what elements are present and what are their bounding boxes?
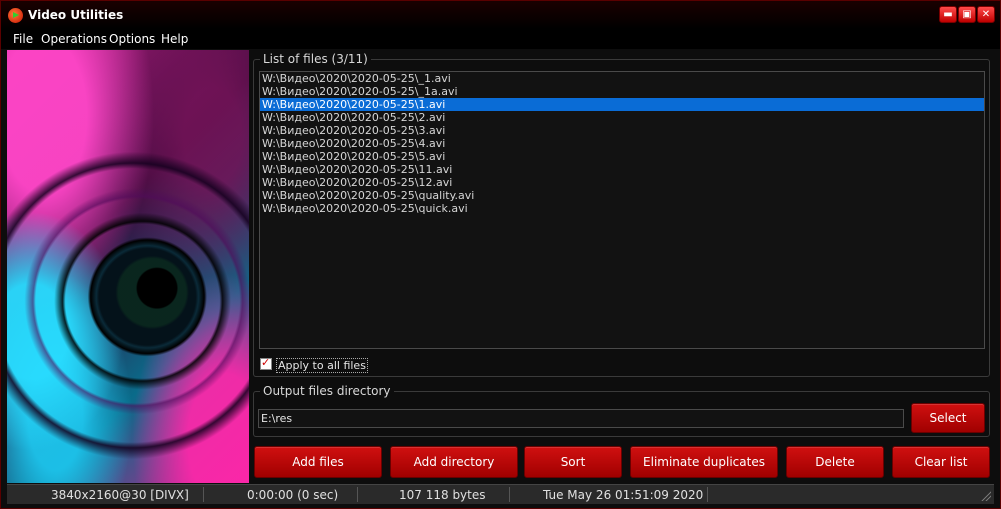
file-list-item[interactable]: W:\Видео\2020\2020-05-25\11.avi — [260, 163, 984, 176]
maximize-button[interactable]: ▣ — [958, 6, 976, 23]
file-list-item[interactable]: W:\Видео\2020\2020-05-25\2.avi — [260, 111, 984, 124]
resize-grip-icon[interactable] — [981, 491, 991, 501]
file-list-item[interactable]: W:\Видео\2020\2020-05-25\_1.avi — [260, 72, 984, 85]
file-list[interactable]: W:\Видео\2020\2020-05-25\_1.avi W:\Видео\… — [259, 71, 985, 349]
add-files-button[interactable]: Add files — [254, 446, 382, 478]
file-list-item[interactable]: W:\Видео\2020\2020-05-25\5.avi — [260, 150, 984, 163]
window-title: Video Utilities — [28, 8, 124, 22]
status-duration: 0:00:00 (0 sec) — [247, 488, 339, 502]
file-list-items: W:\Видео\2020\2020-05-25\_1.avi W:\Видео\… — [260, 72, 984, 215]
file-list-item[interactable]: W:\Видео\2020\2020-05-25\quick.avi — [260, 202, 984, 215]
menu-file[interactable]: File — [13, 32, 33, 46]
menu-help[interactable]: Help — [161, 32, 188, 46]
menu-bar: File Operations Options Help — [1, 29, 1000, 49]
file-list-item[interactable]: W:\Видео\2020\2020-05-25\_1a.avi — [260, 85, 984, 98]
add-directory-button[interactable]: Add directory — [390, 446, 518, 478]
file-list-item[interactable]: W:\Видео\2020\2020-05-25\1.avi — [260, 98, 984, 111]
status-bar: 3840x2160@30 [DIVX] 0:00:00 (0 sec) 107 … — [7, 484, 994, 504]
eliminate-duplicates-button[interactable]: Eliminate duplicates — [630, 446, 778, 478]
menu-options[interactable]: Options — [109, 32, 155, 46]
status-datetime: Tue May 26 01:51:09 2020 — [543, 488, 704, 502]
files-group-label: List of files (3/11) — [260, 52, 371, 66]
output-group-label: Output files directory — [260, 384, 394, 398]
main-window: Video Utilities ▬ ▣ ✕ File Operations Op… — [0, 0, 1001, 509]
status-size: 107 118 bytes — [399, 488, 486, 502]
file-list-item[interactable]: W:\Видео\2020\2020-05-25\12.avi — [260, 176, 984, 189]
file-list-item[interactable]: W:\Видео\2020\2020-05-25\quality.avi — [260, 189, 984, 202]
close-button[interactable]: ✕ — [977, 6, 995, 23]
output-directory-field[interactable]: E:\res — [258, 409, 904, 428]
clear-list-button[interactable]: Clear list — [892, 446, 990, 478]
sort-button[interactable]: Sort — [524, 446, 622, 478]
apply-to-all-label[interactable]: Apply to all files — [276, 358, 368, 373]
apply-to-all-checkbox[interactable] — [260, 356, 272, 370]
file-list-item[interactable]: W:\Видео\2020\2020-05-25\4.avi — [260, 137, 984, 150]
camera-lens-image — [7, 50, 249, 483]
delete-button[interactable]: Delete — [786, 446, 884, 478]
status-divider — [509, 487, 510, 502]
minimize-button[interactable]: ▬ — [939, 6, 957, 23]
app-play-icon — [8, 8, 23, 23]
menu-operations[interactable]: Operations — [41, 32, 107, 46]
status-divider — [203, 487, 204, 502]
status-divider — [707, 487, 708, 502]
title-bar[interactable]: Video Utilities ▬ ▣ ✕ — [1, 1, 1000, 29]
select-directory-button[interactable]: Select — [911, 403, 985, 433]
file-list-item[interactable]: W:\Видео\2020\2020-05-25\3.avi — [260, 124, 984, 137]
status-resolution: 3840x2160@30 [DIVX] — [51, 488, 189, 502]
status-divider — [357, 487, 358, 502]
